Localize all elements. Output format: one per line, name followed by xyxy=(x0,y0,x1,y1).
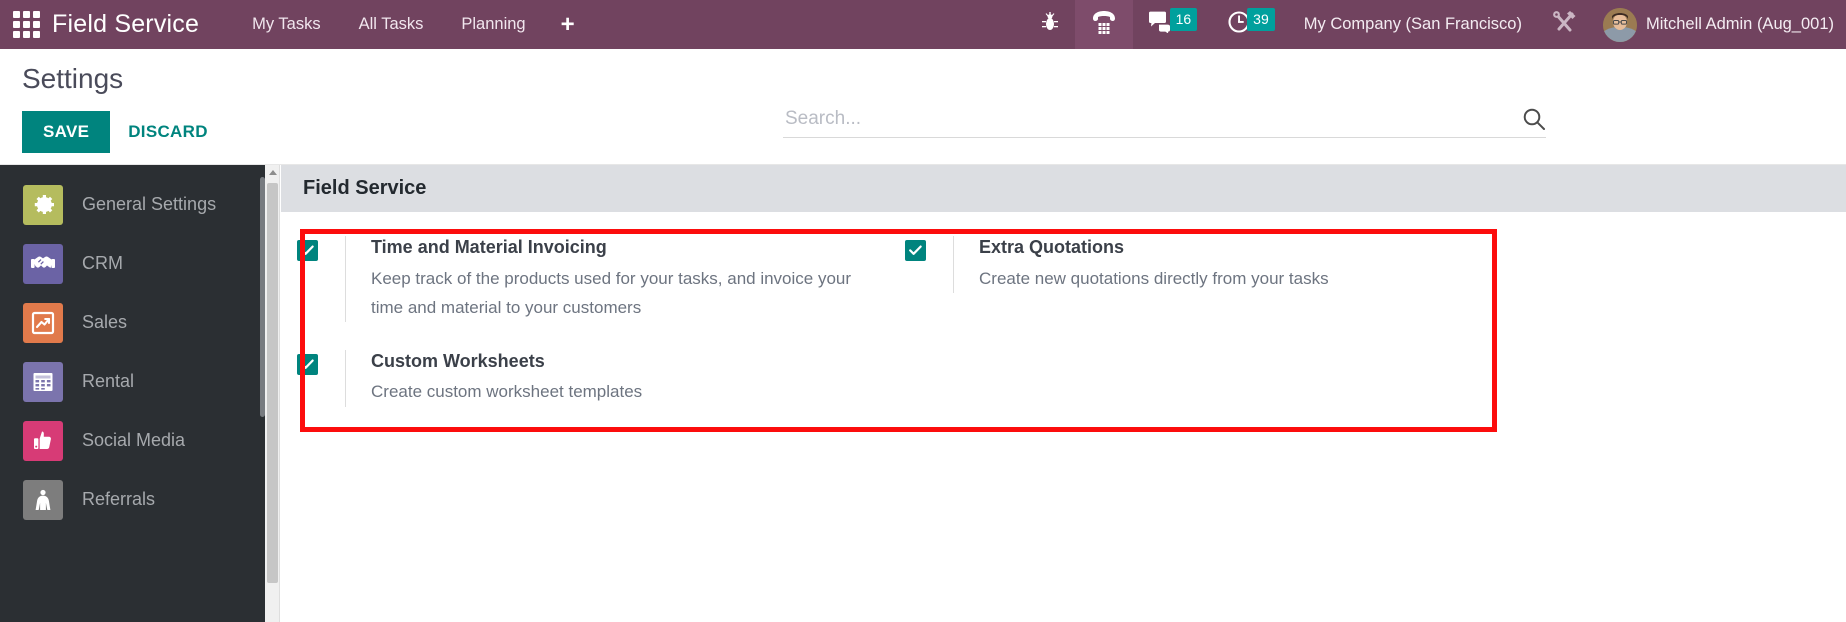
person-cape-icon xyxy=(23,479,63,520)
sidebar-item-social-media[interactable]: Social Media xyxy=(0,411,265,470)
sidebar-item-label: General Settings xyxy=(82,194,217,214)
navbar-spacer xyxy=(591,0,1025,49)
setting-title: Time and Material Invoicing xyxy=(371,237,607,257)
setting-title: Custom Worksheets xyxy=(371,350,545,371)
time-and-material-invoicing-checkbox[interactable] xyxy=(297,240,318,261)
developer-tools-button[interactable] xyxy=(1536,0,1593,49)
phone-dialpad-button[interactable] xyxy=(1074,0,1133,49)
messages-count-badge: 16 xyxy=(1169,8,1198,31)
calendar-icon xyxy=(23,361,63,402)
settings-grid: Time and Material Invoicing Keep track o… xyxy=(281,212,1846,435)
gear-icon xyxy=(23,184,63,225)
settings-sidebar: General Settings CRM Sales Rental Social… xyxy=(0,165,265,622)
settings-column-left: Time and Material Invoicing Keep track o… xyxy=(281,236,901,435)
bug-report-button[interactable] xyxy=(1025,0,1075,49)
apps-grid-icon xyxy=(12,11,40,38)
avatar xyxy=(1602,7,1637,42)
bug-icon xyxy=(1040,11,1060,38)
menu-my-tasks[interactable]: My Tasks xyxy=(233,0,339,49)
sidebar-item-referrals[interactable]: Referrals xyxy=(0,470,265,529)
messages-button[interactable]: 16 xyxy=(1133,0,1213,49)
top-navbar: Field Service My Tasks All Tasks Plannin… xyxy=(0,0,1846,49)
handshake-icon xyxy=(23,243,63,284)
setting-description: Keep track of the products used for your… xyxy=(371,268,852,317)
search-icon[interactable] xyxy=(1512,107,1546,131)
sidebar-item-general-settings[interactable]: General Settings xyxy=(0,175,265,234)
sidebar-item-label: Referrals xyxy=(82,489,156,509)
menu-all-tasks[interactable]: All Tasks xyxy=(340,0,443,49)
user-name-label: Mitchell Admin (Aug_001) xyxy=(1645,15,1834,33)
navbar-left: Field Service My Tasks All Tasks Plannin… xyxy=(0,0,591,49)
scroll-up-arrow-icon[interactable] xyxy=(269,170,277,175)
activities-button[interactable]: 39 xyxy=(1212,0,1290,49)
scrollbar-thumb[interactable] xyxy=(267,183,278,583)
search-input[interactable] xyxy=(783,107,1512,131)
page-title: Settings xyxy=(22,63,124,94)
extra-quotations-checkbox[interactable] xyxy=(905,240,926,261)
setting-text: Time and Material Invoicing Keep track o… xyxy=(345,236,886,322)
discard-button[interactable]: DISCARD xyxy=(110,111,226,153)
sidebar-item-label: Social Media xyxy=(82,430,186,450)
control-panel: Settings SAVE DISCARD xyxy=(0,49,1846,165)
navbar-right: 16 39 My Company (San Francisco) Mitchel… xyxy=(1025,0,1846,49)
settings-panel: Field Service Time and Material Invoicin… xyxy=(281,165,1846,622)
custom-worksheets-checkbox[interactable] xyxy=(297,353,318,375)
setting-title: Extra Quotations xyxy=(979,237,1125,257)
chart-up-icon xyxy=(23,302,63,343)
sidebar-item-label: CRM xyxy=(82,253,123,273)
sidebar-item-sales[interactable]: Sales xyxy=(0,293,265,352)
setting-description: Create custom worksheet templates xyxy=(371,382,643,402)
phone-dialpad-icon xyxy=(1090,9,1118,40)
menu-planning[interactable]: Planning xyxy=(442,0,544,49)
activities-count-badge: 39 xyxy=(1247,8,1275,31)
sidebar-item-label: Sales xyxy=(82,312,128,332)
setting-time-and-material-invoicing: Time and Material Invoicing Keep track o… xyxy=(297,236,901,322)
setting-extra-quotations: Extra Quotations Create new quotations d… xyxy=(905,236,1521,293)
settings-column-right: Extra Quotations Create new quotations d… xyxy=(901,236,1521,435)
menu-add-button[interactable]: + xyxy=(545,0,591,49)
save-button[interactable]: SAVE xyxy=(22,111,111,153)
control-panel-buttons: SAVE DISCARD xyxy=(22,111,226,153)
setting-text: Extra Quotations Create new quotations d… xyxy=(953,236,1329,293)
setting-text: Custom Worksheets Create custom workshee… xyxy=(345,349,643,407)
content-scrollbar[interactable] xyxy=(265,165,280,622)
setting-custom-worksheets: Custom Worksheets Create custom workshee… xyxy=(297,349,901,407)
search-bar xyxy=(783,107,1546,138)
sidebar-item-label: Rental xyxy=(82,371,135,391)
app-brand-field-service[interactable]: Field Service xyxy=(52,0,233,49)
settings-content: Field Service Time and Material Invoicin… xyxy=(265,165,1846,622)
apps-menu-button[interactable] xyxy=(0,0,52,49)
wrench-screwdriver-icon xyxy=(1551,9,1578,41)
section-title-field-service: Field Service xyxy=(281,165,1846,212)
company-switcher[interactable]: My Company (San Francisco) xyxy=(1290,0,1536,49)
user-menu[interactable]: Mitchell Admin (Aug_001) xyxy=(1593,0,1846,49)
thumbs-up-icon xyxy=(23,420,63,461)
setting-description: Create new quotations directly from your… xyxy=(979,268,1329,288)
page-body: General Settings CRM Sales Rental Social… xyxy=(0,165,1846,622)
sidebar-item-crm[interactable]: CRM xyxy=(0,234,265,293)
sidebar-item-rental[interactable]: Rental xyxy=(0,352,265,411)
